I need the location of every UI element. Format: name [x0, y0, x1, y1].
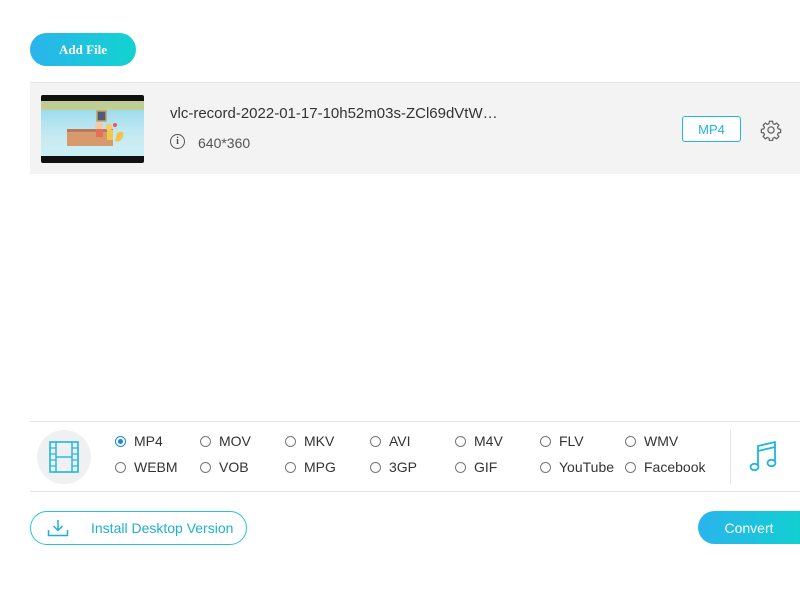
format-option-facebook[interactable]: Facebook	[625, 459, 705, 475]
music-note-icon[interactable]	[748, 440, 778, 474]
radio-mkv[interactable]	[285, 435, 296, 447]
radio-youtube[interactable]	[540, 461, 551, 473]
format-label: WMV	[644, 433, 679, 449]
format-label: MP4	[134, 433, 163, 449]
format-option-3gp[interactable]: 3GP	[370, 459, 417, 475]
format-label: YouTube	[559, 459, 615, 475]
format-option-flv[interactable]: FLV	[540, 433, 584, 449]
format-label: GIF	[474, 459, 498, 475]
format-label: M4V	[474, 433, 503, 449]
install-desktop-button[interactable]: Install Desktop Version	[30, 511, 247, 545]
video-thumbnail	[41, 95, 144, 163]
video-format-tab[interactable]	[37, 430, 91, 484]
radio-webm[interactable]	[115, 461, 126, 473]
radio-vob[interactable]	[200, 461, 211, 473]
format-label: Facebook	[644, 459, 706, 475]
format-option-youtube[interactable]: YouTube	[540, 459, 614, 475]
radio-avi[interactable]	[370, 435, 381, 447]
file-name: vlc-record-2022-01-17-10h52m03s-ZCl69dVt…	[170, 105, 498, 122]
format-option-mkv[interactable]: MKV	[285, 433, 334, 449]
film-icon	[49, 441, 79, 473]
format-label: MPG	[304, 459, 336, 475]
format-option-vob[interactable]: VOB	[200, 459, 249, 475]
download-icon	[47, 520, 69, 537]
radio-mpg[interactable]	[285, 461, 296, 473]
radio-mp4[interactable]	[115, 435, 126, 447]
format-option-avi[interactable]: AVI	[370, 433, 411, 449]
radio-gif[interactable]	[455, 461, 466, 473]
thumbnail-scene	[41, 101, 144, 156]
info-icon[interactable]: i	[170, 134, 185, 149]
format-option-mov[interactable]: MOV	[200, 433, 251, 449]
video-resolution: 640*360	[198, 135, 251, 151]
format-label: VOB	[219, 459, 249, 475]
radio-wmv[interactable]	[625, 435, 636, 447]
format-option-webm[interactable]: WEBM	[115, 459, 178, 475]
radio-m4v[interactable]	[455, 435, 466, 447]
file-list-item: vlc-record-2022-01-17-10h52m03s-ZCl69dVt…	[30, 82, 800, 174]
format-option-m4v[interactable]: M4V	[455, 433, 503, 449]
radio-flv[interactable]	[540, 435, 551, 447]
format-label: AVI	[389, 433, 411, 449]
radio-3gp[interactable]	[370, 461, 381, 473]
add-file-button[interactable]: Add File	[30, 33, 136, 66]
format-label: MOV	[219, 433, 251, 449]
output-format-button[interactable]: MP4	[682, 116, 741, 142]
panel-divider	[730, 430, 731, 484]
format-label: MKV	[304, 433, 335, 449]
radio-facebook[interactable]	[625, 461, 636, 473]
format-option-mpg[interactable]: MPG	[285, 459, 336, 475]
format-option-mp4[interactable]: MP4	[115, 433, 163, 449]
format-option-gif[interactable]: GIF	[455, 459, 497, 475]
convert-button[interactable]: Convert	[698, 511, 800, 544]
gear-icon[interactable]	[760, 119, 782, 141]
install-label: Install Desktop Version	[91, 520, 234, 536]
format-label: WEBM	[134, 459, 178, 475]
format-selector-panel: MP4 MOV MKV AVI M4V FLV WMV WEBM VOB MPG…	[30, 421, 800, 492]
format-label: FLV	[559, 433, 584, 449]
format-option-wmv[interactable]: WMV	[625, 433, 678, 449]
format-label: 3GP	[389, 459, 418, 475]
radio-mov[interactable]	[200, 435, 211, 447]
